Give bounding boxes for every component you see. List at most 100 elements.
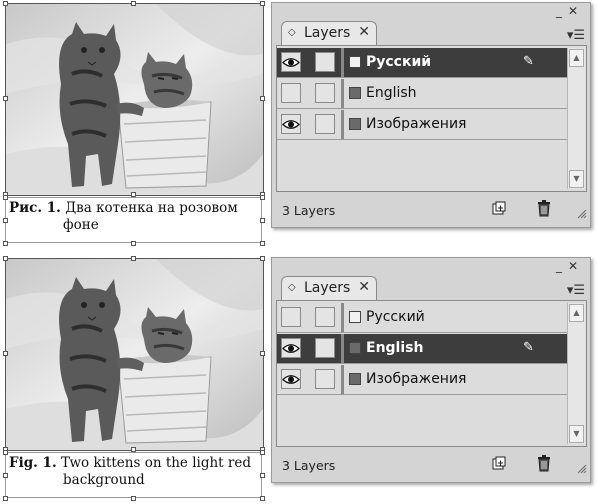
- visibility-toggle[interactable]: [281, 83, 301, 103]
- panel-menu-icon[interactable]: ▾☰: [567, 28, 585, 43]
- resize-handle[interactable]: [260, 473, 265, 478]
- visibility-toggle[interactable]: [281, 307, 301, 327]
- caption-text-line1: Два котенка на розовом: [65, 200, 238, 216]
- resize-handle[interactable]: [3, 351, 8, 356]
- kittens-photo-frame[interactable]: [5, 3, 264, 196]
- panel-menu-icon[interactable]: ▾☰: [567, 283, 585, 298]
- layer-row-1[interactable]: Русский ✎: [277, 48, 567, 78]
- kittens-photo-frame[interactable]: [5, 258, 264, 451]
- layer-name: Изображения: [366, 116, 467, 132]
- lock-toggle[interactable]: [315, 114, 335, 134]
- visibility-toggle[interactable]: [281, 369, 301, 389]
- layer-count: 3 Layers: [282, 203, 336, 218]
- resize-handle[interactable]: [3, 241, 8, 246]
- layer-row-3[interactable]: Изображения: [277, 365, 567, 395]
- resize-handle[interactable]: [260, 195, 265, 200]
- pen-icon: ✎: [523, 340, 534, 355]
- scene-english: Fig. 1. Two kittens on the light red bac…: [0, 255, 598, 504]
- tab-layers-label: Layers: [304, 280, 351, 296]
- resize-handle[interactable]: [3, 218, 8, 223]
- scrollbar[interactable]: ▲ ▼: [567, 303, 585, 444]
- caption-frame[interactable]: Рис. 1. Два котенка на розовом фоне: [5, 197, 262, 243]
- caption-label: Рис. 1.: [9, 200, 61, 216]
- scrollbar[interactable]: ▲ ▼: [567, 48, 585, 189]
- scroll-down-button[interactable]: ▼: [569, 425, 584, 443]
- layer-color-swatch: [349, 342, 361, 354]
- resize-handle[interactable]: [260, 450, 265, 455]
- lock-toggle[interactable]: [315, 369, 335, 389]
- layer-color-swatch: [349, 56, 361, 68]
- resize-handle[interactable]: [131, 241, 136, 246]
- lock-toggle[interactable]: [315, 52, 335, 72]
- resize-handle[interactable]: [3, 473, 8, 478]
- resize-handle[interactable]: [260, 241, 265, 246]
- close-icon[interactable]: ✕: [358, 279, 370, 295]
- eye-icon: [282, 58, 300, 67]
- layer-name: Русский: [366, 54, 432, 70]
- resize-handle[interactable]: [3, 195, 8, 200]
- layer-row-2[interactable]: English ✎: [277, 334, 567, 364]
- resize-handle[interactable]: [3, 450, 8, 455]
- diamond-icon: ◇: [288, 282, 296, 293]
- caption-label: Fig. 1.: [9, 455, 57, 471]
- layer-name: Изображения: [366, 371, 467, 387]
- minimize-icon[interactable]: _: [556, 259, 568, 273]
- new-layer-icon[interactable]: [492, 456, 506, 470]
- kittens-photo: [6, 259, 263, 450]
- scroll-up-button[interactable]: ▲: [569, 49, 584, 67]
- scene-russian: Рис. 1. Два котенка на розовом фоне _✕ ◇…: [0, 0, 598, 249]
- resize-handle[interactable]: [260, 96, 265, 101]
- trash-icon[interactable]: [536, 454, 552, 472]
- scroll-down-button[interactable]: ▼: [569, 170, 584, 188]
- figure-caption: Fig. 1. Two kittens on the light red bac…: [9, 455, 259, 489]
- layer-name: English: [366, 340, 424, 356]
- resize-handle[interactable]: [131, 256, 136, 261]
- lock-toggle[interactable]: [315, 83, 335, 103]
- layer-color-swatch: [349, 373, 361, 385]
- pen-icon: ✎: [523, 54, 534, 69]
- caption-frame[interactable]: Fig. 1. Two kittens on the light red bac…: [5, 452, 262, 498]
- eye-icon: [282, 375, 300, 384]
- resize-handle[interactable]: [260, 218, 265, 223]
- layer-row-2[interactable]: English: [277, 79, 567, 109]
- close-icon[interactable]: ✕: [358, 24, 370, 40]
- visibility-toggle[interactable]: [281, 114, 301, 134]
- tab-layers[interactable]: ◇ Layers ✕: [281, 21, 377, 46]
- scroll-up-button[interactable]: ▲: [569, 304, 584, 322]
- layers-panel: _✕ ◇ Layers ✕ ▾☰ Русский ✎ English Изобр…: [271, 2, 591, 228]
- caption-text-line2: background: [63, 472, 145, 488]
- resize-handle[interactable]: [3, 256, 8, 261]
- resize-handle[interactable]: [3, 1, 8, 6]
- resize-handle[interactable]: [260, 1, 265, 6]
- resize-handle[interactable]: [260, 256, 265, 261]
- close-icon[interactable]: ✕: [568, 4, 584, 18]
- close-icon[interactable]: ✕: [568, 259, 584, 273]
- layer-name: Русский: [366, 309, 425, 325]
- resize-handle[interactable]: [131, 1, 136, 6]
- trash-icon[interactable]: [536, 199, 552, 217]
- layer-color-swatch: [349, 87, 361, 99]
- layer-row-3[interactable]: Изображения: [277, 110, 567, 140]
- tab-layers-label: Layers: [304, 25, 351, 41]
- resize-handle[interactable]: [3, 96, 8, 101]
- new-layer-icon[interactable]: [492, 201, 506, 215]
- panel-status-bar: 3 Layers: [276, 195, 587, 223]
- tab-layers[interactable]: ◇ Layers ✕: [281, 276, 377, 301]
- resize-grip-icon[interactable]: [575, 462, 587, 474]
- minimize-icon[interactable]: _: [556, 4, 568, 18]
- visibility-toggle[interactable]: [281, 52, 301, 72]
- panel-status-bar: 3 Layers: [276, 450, 587, 478]
- diamond-icon: ◇: [288, 27, 296, 38]
- resize-grip-icon[interactable]: [575, 207, 587, 219]
- lock-toggle[interactable]: [315, 307, 335, 327]
- caption-text-line1: Two kittens on the light red: [60, 455, 251, 471]
- layer-color-swatch: [349, 311, 361, 323]
- kittens-photo: [6, 4, 263, 195]
- figure-caption: Рис. 1. Два котенка на розовом фоне: [9, 200, 259, 234]
- lock-toggle[interactable]: [315, 338, 335, 358]
- layers-list: Русский ✎ English Изображения ▲ ▼: [276, 45, 587, 192]
- resize-handle[interactable]: [260, 351, 265, 356]
- layer-row-1[interactable]: Русский: [277, 303, 567, 333]
- caption-text-line2: фоне: [63, 217, 99, 233]
- visibility-toggle[interactable]: [281, 338, 301, 358]
